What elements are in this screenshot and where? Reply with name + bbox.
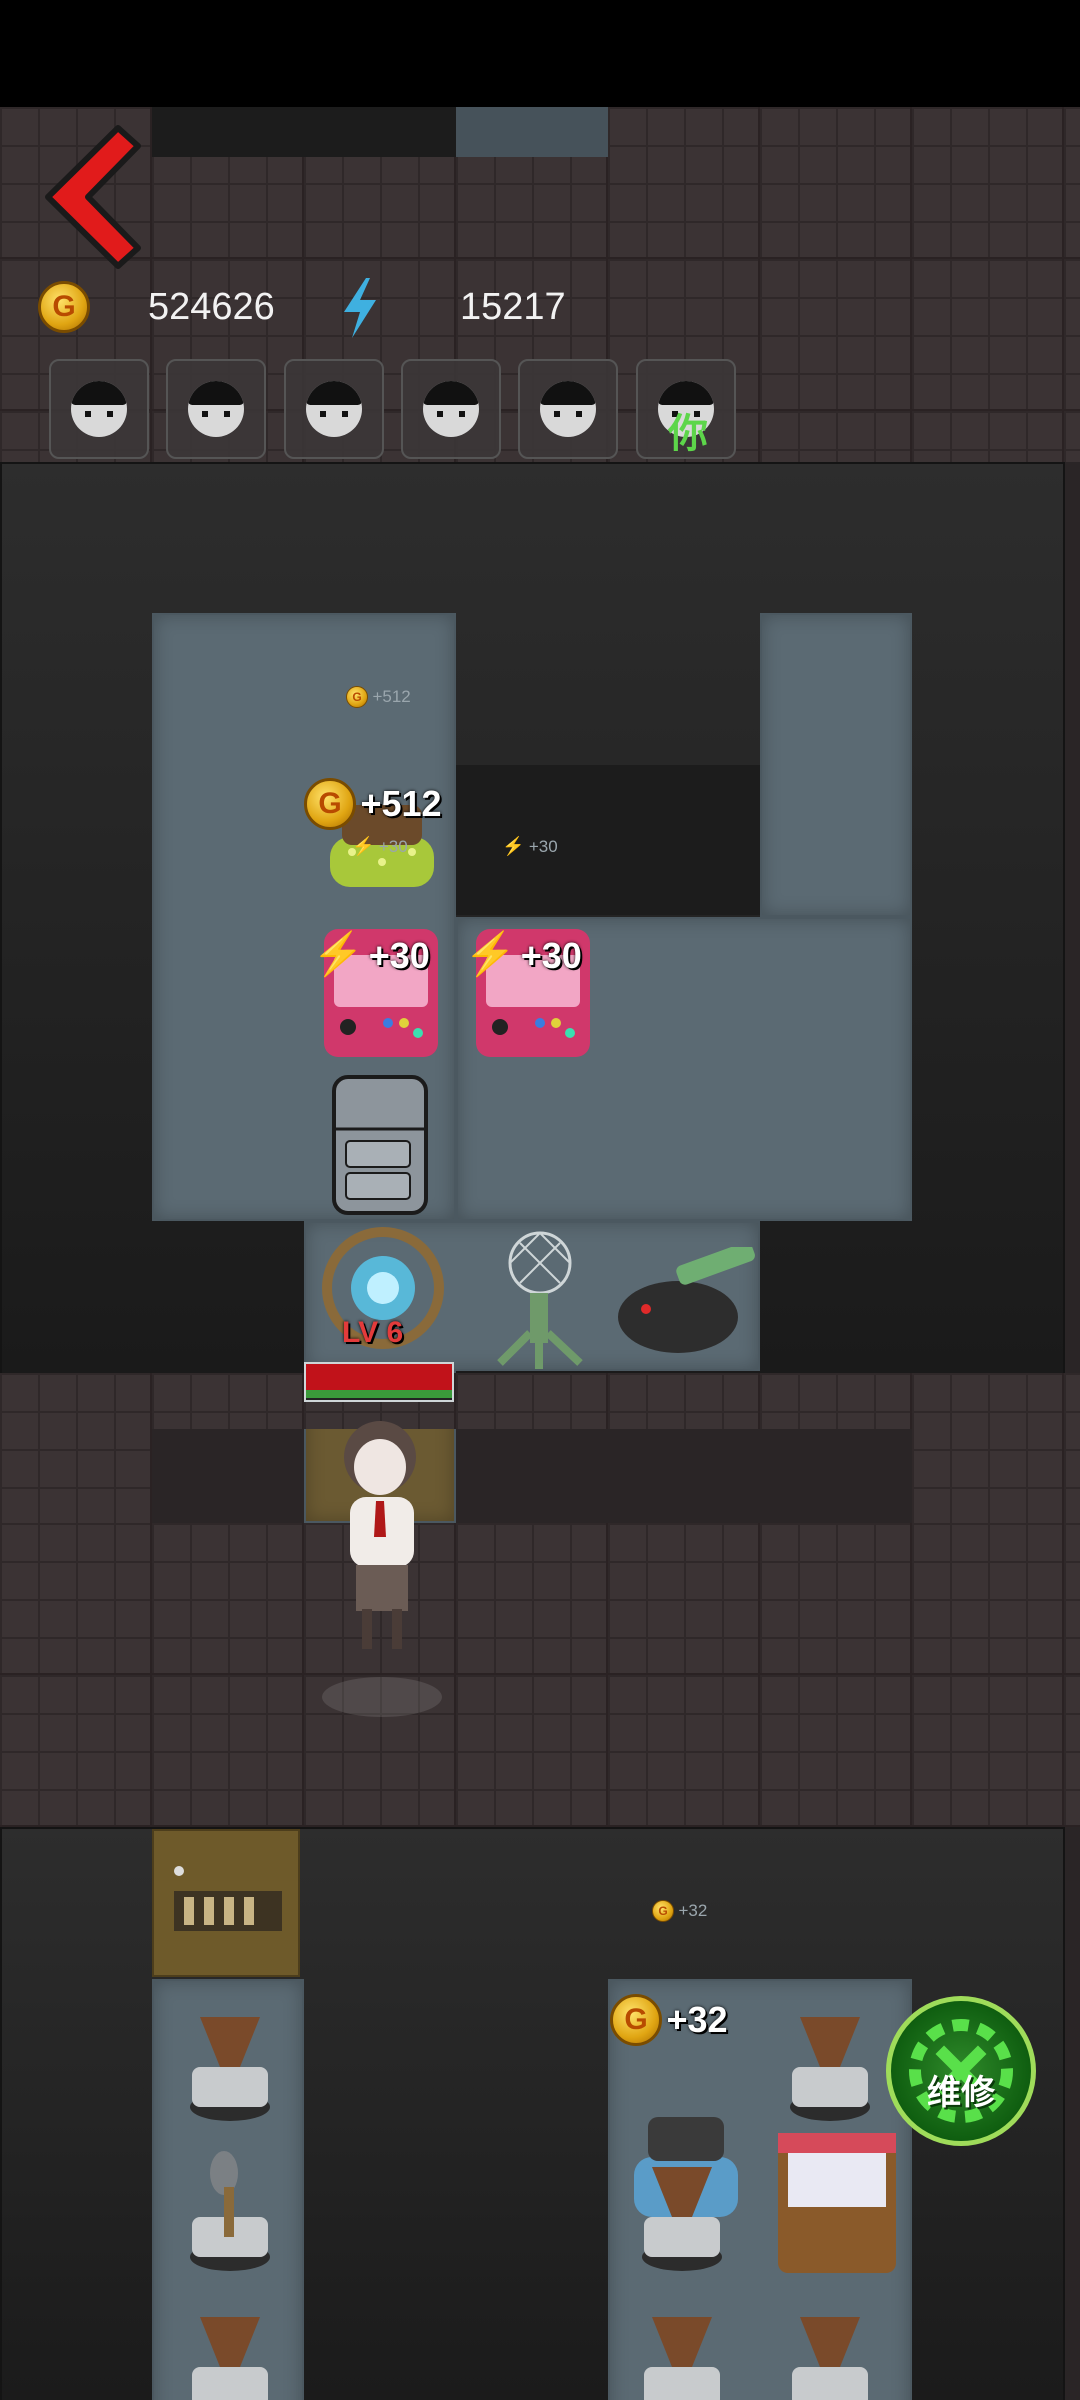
coin-big-popup-bottom: G +32	[610, 1994, 728, 2046]
floor-right	[760, 613, 912, 917]
coin-icon: G	[652, 1900, 674, 1922]
coin-icon: G	[304, 778, 356, 830]
back-arrow-icon	[45, 125, 141, 269]
character-face-icon	[188, 381, 244, 437]
energy-popup-1-label: +30	[368, 935, 430, 976]
incense-icon	[644, 2317, 720, 2400]
coin-big-label: +512	[360, 783, 442, 824]
coin-icon: G	[610, 1994, 662, 2046]
incense-pot-2[interactable]	[180, 2297, 280, 2400]
shovel-icon	[190, 2151, 270, 2271]
energy-bolt-icon: ⚡	[502, 836, 525, 856]
character-face-icon	[71, 381, 127, 437]
character-face-icon	[540, 381, 596, 437]
claw-machine-icon	[778, 2133, 896, 2273]
you-tag: 你	[668, 412, 708, 456]
energy-popup-2: ⚡ +30	[464, 930, 582, 979]
coin-small-bottom-label: +32	[678, 1901, 708, 1920]
refrigerator[interactable]	[330, 1073, 430, 1217]
energy-popup-2-label: +30	[520, 935, 582, 976]
back-button[interactable]	[38, 122, 148, 272]
incense-pot-3[interactable]	[780, 1997, 880, 2127]
repair-label: 维修	[927, 2073, 995, 2112]
energy-small-bed-label: +30	[378, 837, 408, 856]
coin-icon: G	[38, 281, 90, 333]
cannon-turret[interactable]	[608, 1241, 758, 1357]
energy-bolt-icon: ⚡	[352, 836, 375, 856]
claw-machine[interactable]	[772, 2127, 902, 2277]
energy-small-room-label: +30	[528, 837, 558, 856]
energy-bolt-icon: ⚡	[312, 930, 365, 977]
repair-button[interactable]: 维修	[886, 1996, 1036, 2146]
incense-pot-1[interactable]	[180, 1997, 280, 2127]
character-slot-2[interactable]	[166, 359, 266, 459]
incense-icon	[792, 2317, 868, 2400]
health-bar-fill	[306, 1364, 452, 1390]
shield-bar-fill	[306, 1390, 452, 1398]
coin-count: 524626	[148, 286, 275, 328]
defense-orb-tower[interactable]	[308, 1223, 458, 1373]
coin-big-popup: G +512	[304, 778, 442, 830]
door-icon	[174, 1866, 282, 1931]
player-icon	[322, 1421, 442, 1717]
brick-band-2	[0, 1523, 1080, 1827]
coin-small-bottom: G +32	[652, 1900, 707, 1922]
brick-right	[912, 1373, 1080, 1523]
net-trap-icon	[497, 1231, 583, 1369]
top-door	[456, 107, 608, 157]
incense-icon	[192, 2317, 268, 2400]
brick-left	[0, 1373, 152, 1523]
status-bar	[0, 0, 1080, 107]
coin-small-top: G +512	[346, 686, 411, 708]
character-face-icon	[306, 381, 362, 437]
fridge-icon	[332, 1075, 428, 1215]
player-character[interactable]	[322, 1397, 442, 1717]
energy-bolt-icon: ⚡	[464, 930, 517, 977]
health-bar	[304, 1362, 454, 1402]
character-slot-6[interactable]: 你	[636, 359, 736, 459]
character-face-icon	[423, 381, 479, 437]
incense-pot-5[interactable]	[632, 2297, 732, 2400]
energy-small-room: ⚡ +30	[502, 836, 558, 857]
orb-tower-icon	[322, 1227, 444, 1349]
coin-icon: G	[346, 686, 368, 708]
incense-pot-6[interactable]	[780, 2297, 880, 2400]
coin-big-bottom-label: +32	[666, 1999, 728, 2040]
character-slot-3[interactable]	[284, 359, 384, 459]
shovel-pot[interactable]	[180, 2147, 280, 2277]
coin-small-top-label: +512	[372, 687, 411, 706]
energy-count: 15217	[460, 286, 566, 328]
net-trap[interactable]	[470, 1223, 600, 1373]
energy-bolt-icon	[338, 276, 382, 345]
bottom-door[interactable]	[152, 1829, 300, 1977]
incense-icon	[642, 2167, 722, 2271]
cannon-icon	[618, 1241, 755, 1353]
coin-symbol: G	[38, 281, 90, 333]
incense-pot-4[interactable]	[632, 2147, 732, 2277]
level-label: LV 6	[342, 1316, 404, 1349]
energy-popup-1: ⚡ +30	[312, 930, 430, 979]
incense-icon	[190, 2017, 270, 2121]
character-slot-4[interactable]	[401, 359, 501, 459]
character-slot-1[interactable]	[49, 359, 149, 459]
incense-icon	[790, 2017, 870, 2121]
character-slot-5[interactable]	[518, 359, 618, 459]
energy-small-bed: ⚡ +30	[352, 836, 408, 857]
